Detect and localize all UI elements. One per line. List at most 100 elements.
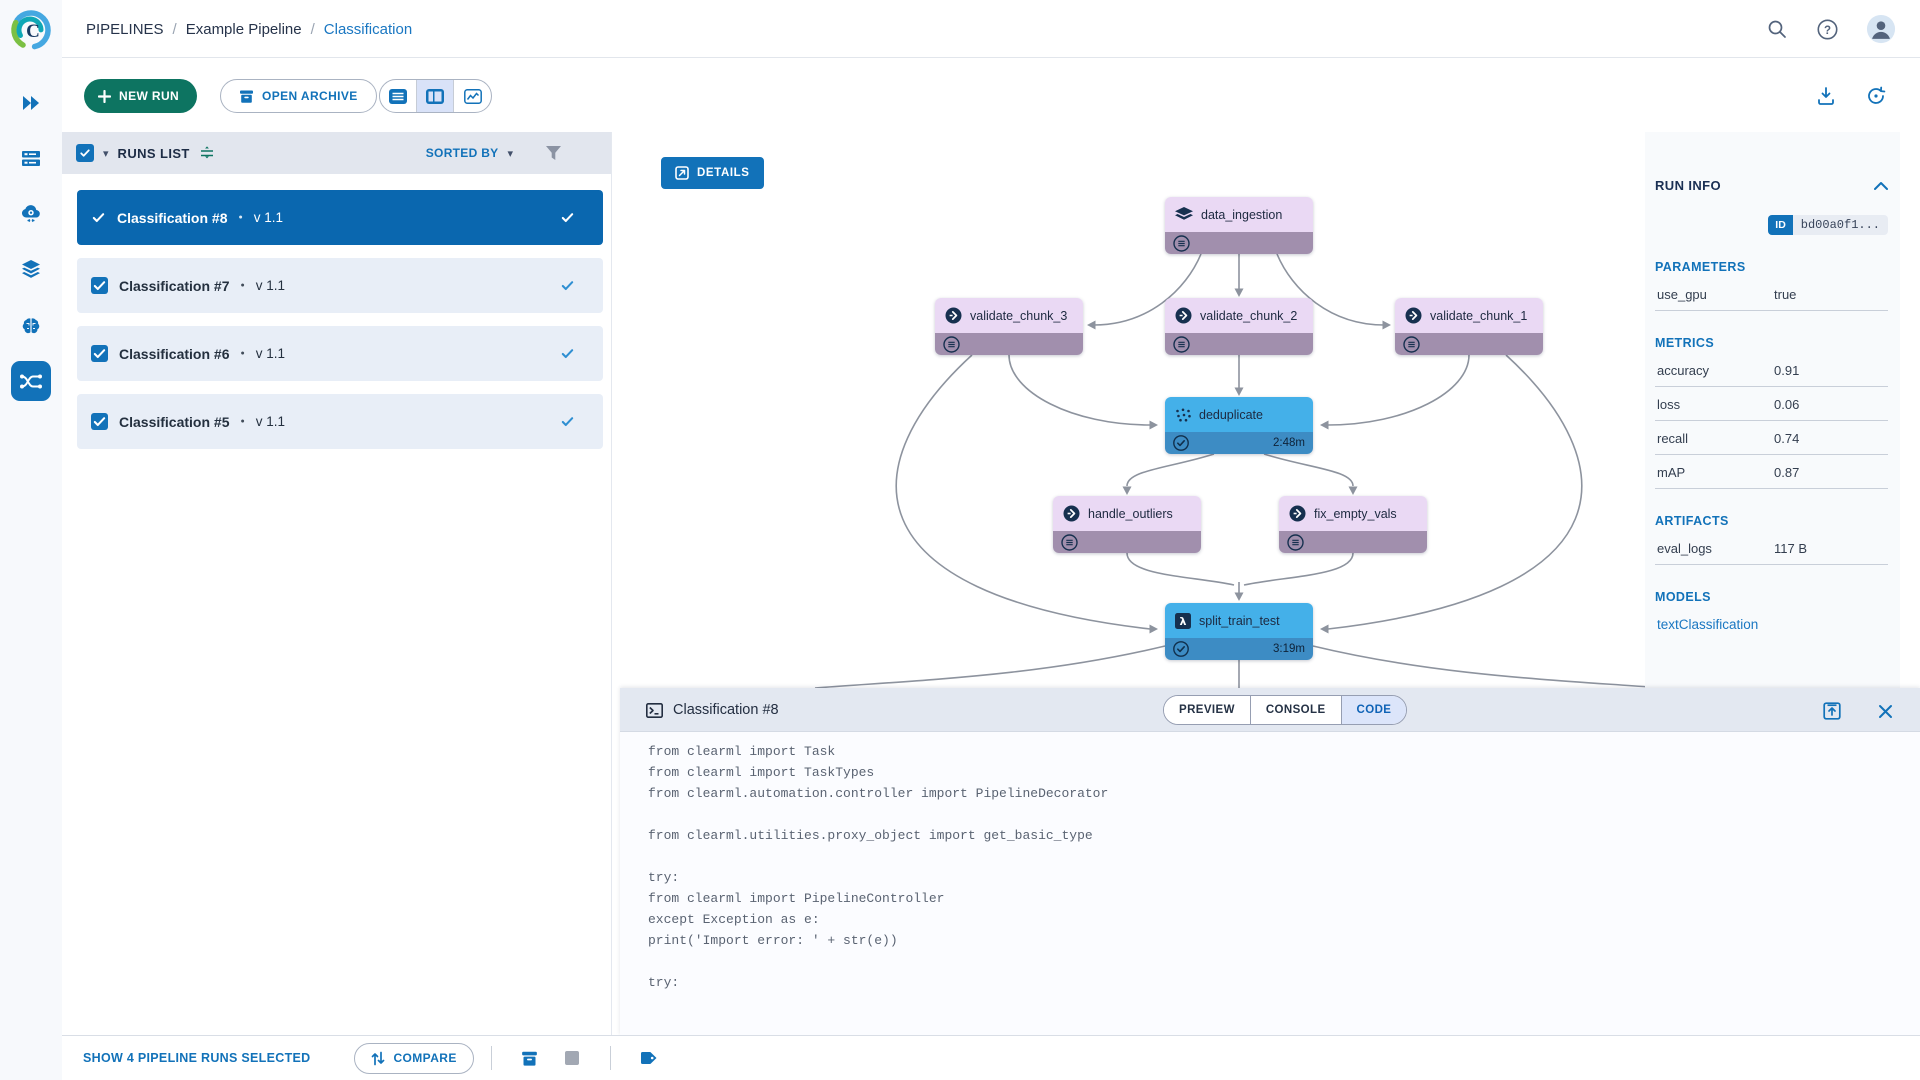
dot-separator: ●	[241, 350, 245, 357]
graph-node-deduplicate[interactable]: deduplicate2:48m	[1165, 397, 1313, 454]
graph-node-validate_chunk_2[interactable]: validate_chunk_2	[1165, 298, 1313, 355]
run-checkbox[interactable]	[91, 413, 108, 430]
footer-divider	[610, 1046, 611, 1070]
node-type-icon	[1289, 505, 1306, 522]
node-log-icon[interactable]	[1287, 534, 1304, 551]
node-footer	[935, 333, 1083, 355]
node-label-row: validate_chunk_3	[935, 298, 1083, 333]
left-nav-rail: C	[0, 0, 62, 1080]
selected-check-icon[interactable]	[91, 210, 106, 225]
graph-node-validate_chunk_1[interactable]: validate_chunk_1	[1395, 298, 1543, 355]
download-icon[interactable]	[1812, 82, 1840, 110]
open-archive-button[interactable]: OPEN ARCHIVE	[220, 79, 377, 113]
data-processing-icon[interactable]	[18, 202, 44, 226]
run-list-item[interactable]: Classification #7●v 1.1	[77, 258, 603, 313]
graph-node-fix_empty_vals[interactable]: fix_empty_vals	[1279, 496, 1427, 553]
node-completed-icon[interactable]	[1173, 435, 1189, 451]
breadcrumb-item[interactable]: Classification	[324, 21, 412, 38]
run-list-item[interactable]: Classification #6●v 1.1	[77, 326, 603, 381]
breadcrumb: PIPELINES/Example Pipeline/Classificatio…	[86, 0, 412, 58]
node-label-row: λsplit_train_test	[1165, 603, 1313, 638]
collapse-chevron-icon[interactable]	[1874, 181, 1888, 190]
info-row-value: 0.91	[1774, 363, 1886, 378]
code-viewer[interactable]: from clearml import Task from clearml imp…	[648, 744, 1910, 1035]
node-type-icon	[1405, 307, 1422, 324]
run-detail-bottom-panel: Classification #8 PREVIEWCONSOLECODE fro…	[620, 688, 1920, 1035]
node-label: validate_chunk_2	[1200, 309, 1297, 323]
workers-queues-icon[interactable]	[18, 146, 44, 170]
node-log-icon[interactable]	[1173, 235, 1190, 252]
node-log-icon[interactable]	[1173, 336, 1190, 353]
pipelines-icon-selected[interactable]	[11, 361, 51, 401]
models-icon[interactable]	[18, 314, 44, 338]
node-footer	[1053, 531, 1201, 553]
svg-text:C: C	[26, 21, 40, 42]
run-checkbox[interactable]	[91, 277, 108, 294]
node-footer	[1165, 232, 1313, 254]
node-duration: 3:19m	[1273, 643, 1305, 655]
node-label: fix_empty_vals	[1314, 507, 1397, 521]
graph-node-validate_chunk_3[interactable]: validate_chunk_3	[935, 298, 1083, 355]
graph-node-data_ingestion[interactable]: data_ingestion	[1165, 197, 1313, 254]
run-id-chip[interactable]: ID bd00a0f1...	[1768, 215, 1888, 235]
code-line: from clearml import Task	[648, 744, 1910, 765]
runs-list-header: ▾ RUNS LIST SORTED BY ▾	[62, 132, 611, 174]
run-name: Classification #6	[119, 346, 230, 362]
auto-refresh-icon[interactable]	[1862, 82, 1890, 110]
filter-icon[interactable]	[546, 146, 561, 160]
actions-toolbar: NEW RUN OPEN ARCHIVE	[62, 58, 1920, 132]
breadcrumb-item[interactable]: Example Pipeline	[186, 21, 302, 38]
model-link[interactable]: textClassification	[1655, 607, 1888, 636]
close-icon[interactable]	[1872, 698, 1898, 724]
abort-action-icon[interactable]	[557, 1043, 587, 1073]
select-all-checkbox[interactable]	[76, 144, 94, 162]
tab-console[interactable]: CONSOLE	[1251, 696, 1342, 724]
clearml-logo-icon[interactable]: C	[9, 8, 53, 52]
node-footer: 2:48m	[1165, 432, 1313, 454]
node-log-icon[interactable]	[1061, 534, 1078, 551]
run-list-item[interactable]: Classification #5●v 1.1	[77, 394, 603, 449]
breadcrumb-item[interactable]: PIPELINES	[86, 21, 164, 38]
node-log-icon[interactable]	[1403, 336, 1420, 353]
info-row-value: 0.74	[1774, 431, 1886, 446]
sorted-by-caret-icon[interactable]: ▾	[507, 147, 513, 160]
run-list-item[interactable]: Classification #8●v 1.1	[77, 190, 603, 245]
search-icon[interactable]	[1762, 14, 1792, 44]
new-run-button[interactable]: NEW RUN	[84, 79, 197, 113]
datasets-icon[interactable]	[18, 257, 44, 281]
code-line	[648, 849, 1910, 870]
tab-preview[interactable]: PREVIEW	[1164, 696, 1251, 724]
projects-icon[interactable]	[18, 91, 44, 115]
split-view-icon[interactable]	[417, 80, 454, 112]
node-log-icon[interactable]	[943, 336, 960, 353]
plus-icon	[98, 90, 111, 103]
section-title-metrics: METRICS	[1655, 336, 1888, 350]
run-status-check-icon	[560, 278, 575, 293]
sorted-by-dropdown[interactable]: SORTED BY	[426, 146, 499, 160]
node-label-row: validate_chunk_2	[1165, 298, 1313, 333]
node-completed-icon[interactable]	[1173, 641, 1189, 657]
info-row: use_gputrue	[1655, 277, 1888, 311]
tab-code[interactable]: CODE	[1342, 696, 1407, 724]
tag-action-icon[interactable]	[634, 1043, 664, 1073]
details-button[interactable]: DETAILS	[661, 157, 764, 189]
user-avatar[interactable]	[1866, 14, 1896, 44]
info-row-value: 117 B	[1774, 541, 1886, 556]
run-checkbox[interactable]	[91, 345, 108, 362]
code-line: from clearml import PipelineController	[648, 891, 1910, 912]
graph-node-handle_outliers[interactable]: handle_outliers	[1053, 496, 1201, 553]
node-label: validate_chunk_1	[1430, 309, 1527, 323]
chart-view-icon[interactable]	[454, 80, 491, 112]
archive-action-icon[interactable]	[515, 1043, 545, 1073]
detail-tabs: PREVIEWCONSOLECODE	[1163, 695, 1407, 725]
column-settings-icon[interactable]	[199, 146, 215, 161]
help-icon[interactable]: ?	[1812, 14, 1842, 44]
info-row-value: true	[1774, 287, 1886, 302]
node-duration: 2:48m	[1273, 437, 1305, 449]
graph-node-split_train_test[interactable]: λsplit_train_test 3:19m	[1165, 603, 1313, 660]
table-view-icon[interactable]	[380, 80, 417, 112]
compare-button[interactable]: COMPARE	[354, 1043, 473, 1074]
select-all-caret-icon[interactable]: ▾	[103, 147, 109, 160]
info-row: eval_logs117 B	[1655, 531, 1888, 565]
open-in-window-icon[interactable]	[1819, 698, 1845, 724]
